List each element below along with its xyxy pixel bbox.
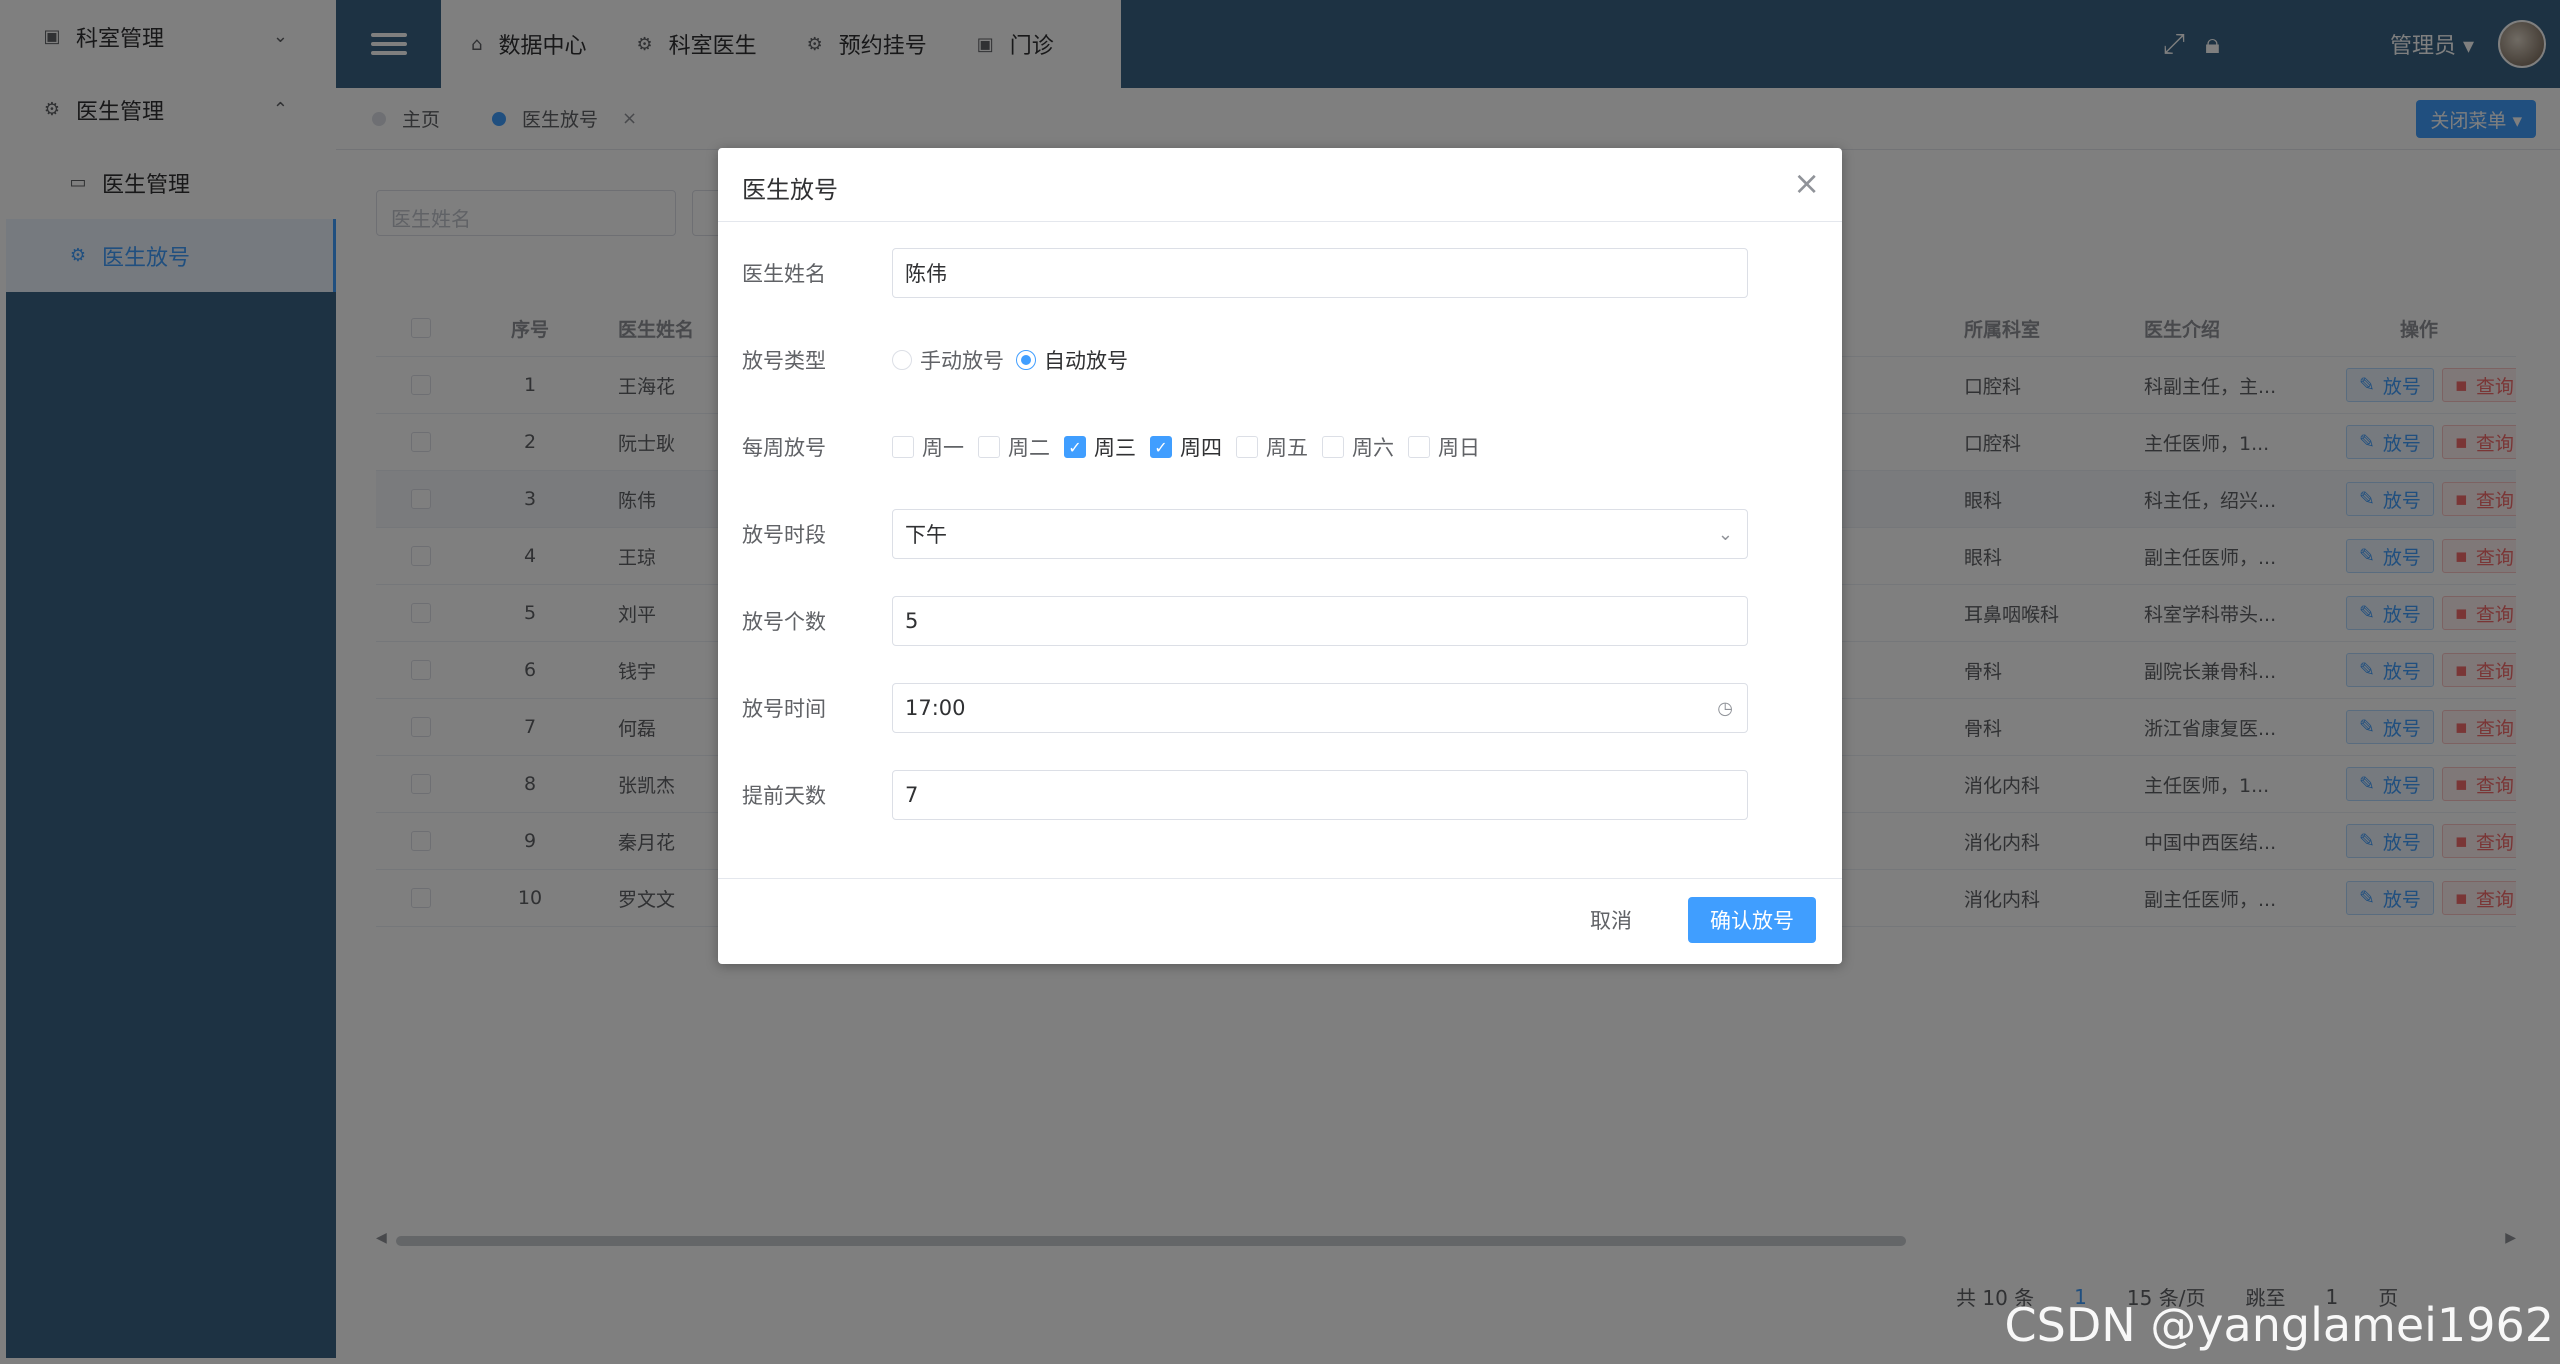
form-row-period: 放号时段 下午 ⌄ bbox=[742, 509, 1748, 559]
weekday-label[interactable]: 周日 bbox=[1438, 432, 1480, 462]
dialog-footer: 取消 确认放号 bbox=[718, 878, 1842, 964]
form-row-count: 放号个数 5 bbox=[742, 596, 1748, 646]
period-label: 放号时段 bbox=[742, 523, 826, 547]
count-field[interactable]: 5 bbox=[892, 596, 1748, 646]
weekday-label[interactable]: 周六 bbox=[1352, 432, 1394, 462]
weekday-label[interactable]: 周四 bbox=[1180, 432, 1222, 462]
radio-auto-label[interactable]: 自动放号 bbox=[1044, 345, 1128, 375]
weekday-label[interactable]: 周三 bbox=[1094, 432, 1136, 462]
release-dialog: 医生放号 × 医生姓名 陈伟 放号类型 手动放号 自动放号 每周放号 周一 周二 ✓… bbox=[718, 148, 1842, 964]
confirm-release-button[interactable]: 确认放号 bbox=[1688, 897, 1816, 943]
days-field[interactable]: 7 bbox=[892, 770, 1748, 820]
radio-manual[interactable] bbox=[892, 350, 912, 370]
weekday-label[interactable]: 周一 bbox=[922, 432, 964, 462]
weekday-checkbox[interactable]: ✓ bbox=[1150, 436, 1172, 458]
time-picker[interactable]: 17:00 ◷ bbox=[892, 683, 1748, 733]
weekday-checkbox[interactable]: ✓ bbox=[1064, 436, 1086, 458]
dialog-header: 医生放号 × bbox=[718, 148, 1842, 222]
close-icon[interactable]: × bbox=[1793, 164, 1820, 202]
period-value: 下午 bbox=[905, 523, 947, 547]
weekday-checkbox[interactable] bbox=[1408, 436, 1430, 458]
weekday-group: 周一 周二 ✓ 周三 ✓ 周四 周五 周六 周日 bbox=[892, 432, 1494, 462]
radio-auto[interactable] bbox=[1016, 350, 1036, 370]
count-label: 放号个数 bbox=[742, 610, 826, 634]
chevron-down-icon: ⌄ bbox=[1717, 523, 1733, 545]
weekday-label[interactable]: 周五 bbox=[1266, 432, 1308, 462]
clock-icon: ◷ bbox=[1717, 697, 1733, 719]
weekday-checkbox[interactable] bbox=[1236, 436, 1258, 458]
watermark: CSDN @yanglamei1962 bbox=[2004, 1298, 2554, 1352]
release-type-label: 放号类型 bbox=[742, 349, 826, 373]
weekday-checkbox[interactable] bbox=[892, 436, 914, 458]
weekday-checkbox[interactable] bbox=[1322, 436, 1344, 458]
days-label: 提前天数 bbox=[742, 784, 826, 808]
form-row-type: 放号类型 手动放号 自动放号 bbox=[742, 335, 1742, 385]
release-type-group: 手动放号 自动放号 bbox=[892, 345, 1140, 375]
time-value: 17:00 bbox=[905, 696, 966, 720]
form-row-weekdays: 每周放号 周一 周二 ✓ 周三 ✓ 周四 周五 周六 周日 bbox=[742, 422, 1742, 472]
dialog-title: 医生放号 bbox=[742, 176, 838, 204]
weekday-checkbox[interactable] bbox=[978, 436, 1000, 458]
weekday-label[interactable]: 周二 bbox=[1008, 432, 1050, 462]
form-row-days: 提前天数 7 bbox=[742, 770, 1748, 820]
form-row-name: 医生姓名 陈伟 bbox=[742, 248, 1748, 298]
period-select[interactable]: 下午 ⌄ bbox=[892, 509, 1748, 559]
time-label: 放号时间 bbox=[742, 697, 826, 721]
cancel-button[interactable]: 取消 bbox=[1570, 897, 1652, 943]
form-row-time: 放号时间 17:00 ◷ bbox=[742, 683, 1748, 733]
weekdays-label: 每周放号 bbox=[742, 436, 826, 460]
radio-manual-label[interactable]: 手动放号 bbox=[920, 345, 1004, 375]
doctor-name-field[interactable]: 陈伟 bbox=[892, 248, 1748, 298]
doctor-name-label: 医生姓名 bbox=[742, 262, 826, 286]
